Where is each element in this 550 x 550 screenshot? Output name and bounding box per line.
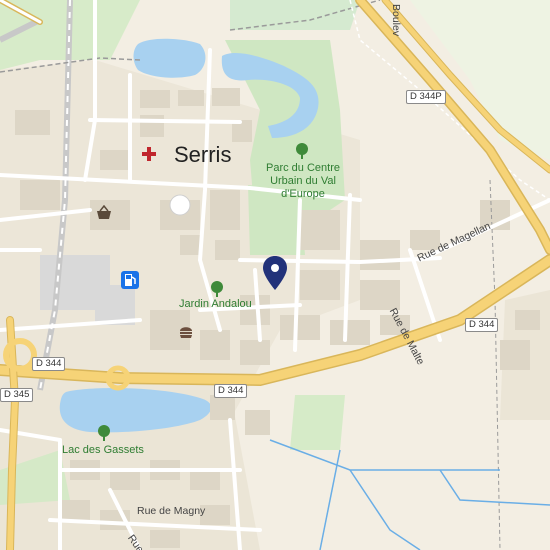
location-pin-icon[interactable] — [263, 256, 287, 290]
parc-label-line-3: d'Europe — [281, 188, 325, 200]
street-label-rue-magny: Rue de Magny — [137, 505, 206, 517]
hospital-icon[interactable] — [141, 146, 157, 162]
shopping-basket-icon[interactable] — [95, 205, 113, 221]
restaurant-icon[interactable] — [178, 324, 194, 340]
park-tree-icon[interactable] — [97, 425, 111, 441]
map-canvas[interactable]: Serris Parc du Centre Urbain du Val d'Eu… — [0, 0, 550, 550]
park-tree-icon[interactable] — [210, 281, 224, 297]
road-shield-d344p: D 344P — [406, 90, 446, 104]
park-tree-icon[interactable] — [295, 143, 309, 159]
road-shield-d344-east: D 344 — [465, 318, 499, 332]
town-label: Serris — [174, 142, 232, 167]
road-shield-d344-west: D 344 — [32, 357, 66, 371]
road-shield-d344-center: D 344 — [214, 384, 248, 398]
fuel-icon[interactable] — [121, 271, 139, 289]
street-label-boulevard: Boulev — [390, 4, 402, 37]
parc-label-line-2: Urbain du Val — [270, 175, 336, 187]
road-shield-d345: D 345 — [0, 388, 34, 402]
parc-label-line-1: Parc du Centre — [266, 162, 340, 174]
parc-label: Parc du Centre Urbain du Val d'Europe — [263, 162, 343, 201]
jardin-label: Jardin Andalou — [179, 298, 252, 310]
lac-label: Lac des Gassets — [62, 444, 144, 456]
